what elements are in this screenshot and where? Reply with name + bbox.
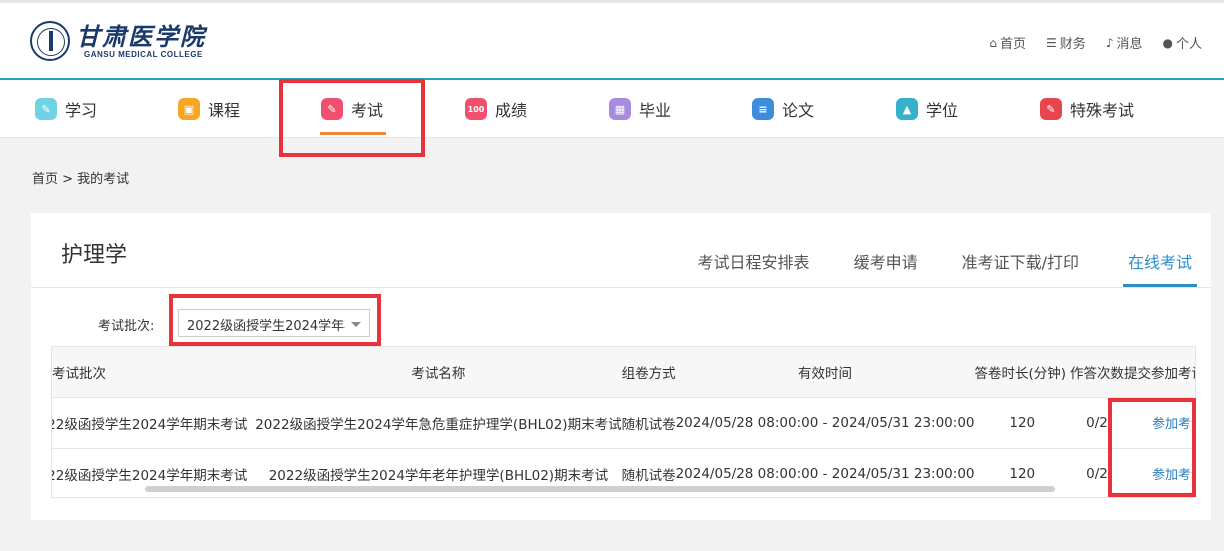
cell-batch: 2022级函授学生2024学年期末考试 bbox=[52, 397, 256, 449]
score-icon: 100 bbox=[465, 98, 487, 120]
highlight-box-exam-nav bbox=[279, 79, 425, 157]
highlight-box-batch-select bbox=[169, 294, 381, 346]
tab-deferral-application[interactable]: 缓考申请 bbox=[832, 237, 940, 287]
exam-panel: 护理学 考试日程安排表 缓考申请 准考证下载/打印 在线考试 考试批次: 202… bbox=[31, 213, 1211, 520]
nav-item-special-exam[interactable]: ✎ 特殊考试 bbox=[1040, 80, 1134, 138]
breadcrumb: 首页 > 我的考试 bbox=[32, 172, 130, 187]
home-icon: ⌂ bbox=[989, 35, 998, 50]
tab-online-exam[interactable]: 在线考试 bbox=[1122, 237, 1197, 287]
tab-exam-schedule[interactable]: 考试日程安排表 bbox=[676, 237, 832, 287]
course-icon: ▣ bbox=[178, 98, 200, 120]
table-row: 2022级函授学生2024学年期末考试 2022级函授学生2024学年急危重症护… bbox=[52, 397, 1195, 449]
college-logo[interactable]: 甘肃医学院 GANSU MEDICAL COLLEGE bbox=[30, 21, 206, 61]
cell-method: 随机试卷 bbox=[621, 397, 676, 449]
col-header-duration: 答卷时长(分钟) bbox=[974, 347, 1071, 398]
col-header-method: 组卷方式 bbox=[621, 347, 676, 398]
top-link-messages[interactable]: ♪ 消息 bbox=[1105, 33, 1143, 53]
study-icon: ✎ bbox=[35, 98, 57, 120]
cell-time: 2024/05/28 08:00:00 - 2024/05/31 23:00:0… bbox=[675, 397, 975, 449]
panel-divider bbox=[31, 287, 1211, 288]
nav-item-degree[interactable]: ▲ 学位 bbox=[896, 80, 958, 138]
col-header-action: 参加考试 bbox=[1151, 347, 1195, 398]
top-link-finance[interactable]: ☰ 财务 bbox=[1046, 33, 1086, 53]
exam-batch-label: 考试批次: bbox=[98, 319, 155, 334]
bell-icon: ♪ bbox=[1105, 35, 1114, 50]
top-link-profile[interactable]: ● 个人 bbox=[1162, 33, 1203, 53]
logo-chinese-name: 甘肃医学院 bbox=[76, 21, 206, 51]
cell-duration: 120 bbox=[974, 397, 1071, 449]
top-link-home[interactable]: ⌂ 首页 bbox=[989, 33, 1026, 53]
col-header-name: 考试名称 bbox=[255, 347, 622, 398]
database-icon: ☰ bbox=[1046, 35, 1057, 50]
exam-table-container[interactable]: 考试批次 考试名称 组卷方式 有效时间 答卷时长(分钟) 作答次数 提交 参加考… bbox=[51, 346, 1196, 498]
header: 甘肃医学院 GANSU MEDICAL COLLEGE ⌂ 首页 ☰ 财务 ♪ … bbox=[0, 0, 1224, 80]
exam-table: 考试批次 考试名称 组卷方式 有效时间 答卷时长(分钟) 作答次数 提交 参加考… bbox=[52, 347, 1195, 497]
col-header-time: 有效时间 bbox=[675, 347, 975, 398]
nav-item-course[interactable]: ▣ 课程 bbox=[178, 80, 240, 138]
college-seal-icon bbox=[30, 21, 70, 61]
thesis-icon: ≡ bbox=[752, 98, 774, 120]
main-nav: ✎ 学习 ▣ 课程 ✎ 考试 100 成绩 ▦ 毕业 ≡ 论文 ▲ 学位 ✎ 特… bbox=[0, 80, 1224, 138]
nav-item-graduate[interactable]: ▦ 毕业 bbox=[609, 80, 671, 138]
special-exam-icon: ✎ bbox=[1040, 98, 1062, 120]
tab-admission-ticket[interactable]: 准考证下载/打印 bbox=[940, 237, 1101, 287]
nav-item-study[interactable]: ✎ 学习 bbox=[35, 80, 97, 138]
exam-tabs: 考试日程安排表 缓考申请 准考证下载/打印 在线考试 bbox=[676, 237, 1197, 287]
nav-item-thesis[interactable]: ≡ 论文 bbox=[752, 80, 814, 138]
graduate-icon: ▦ bbox=[609, 98, 631, 120]
table-header-row: 考试批次 考试名称 组卷方式 有效时间 答卷时长(分钟) 作答次数 提交 参加考… bbox=[52, 347, 1195, 398]
col-header-batch: 考试批次 bbox=[52, 347, 256, 398]
top-links: ⌂ 首页 ☰ 财务 ♪ 消息 ● 个人 bbox=[989, 33, 1203, 53]
horizontal-scrollbar[interactable] bbox=[145, 486, 1055, 492]
nav-item-score[interactable]: 100 成绩 bbox=[465, 80, 527, 138]
highlight-box-join-links bbox=[1108, 398, 1196, 497]
col-header-submit: 提交 bbox=[1124, 347, 1152, 398]
col-header-attempts: 作答次数 bbox=[1070, 347, 1125, 398]
logo-english-name: GANSU MEDICAL COLLEGE bbox=[84, 49, 203, 59]
degree-icon: ▲ bbox=[896, 98, 918, 120]
user-icon: ● bbox=[1162, 35, 1173, 50]
cell-name: 2022级函授学生2024学年急危重症护理学(BHL02)期末考试 bbox=[255, 397, 622, 449]
page-title: 护理学 bbox=[61, 243, 128, 268]
